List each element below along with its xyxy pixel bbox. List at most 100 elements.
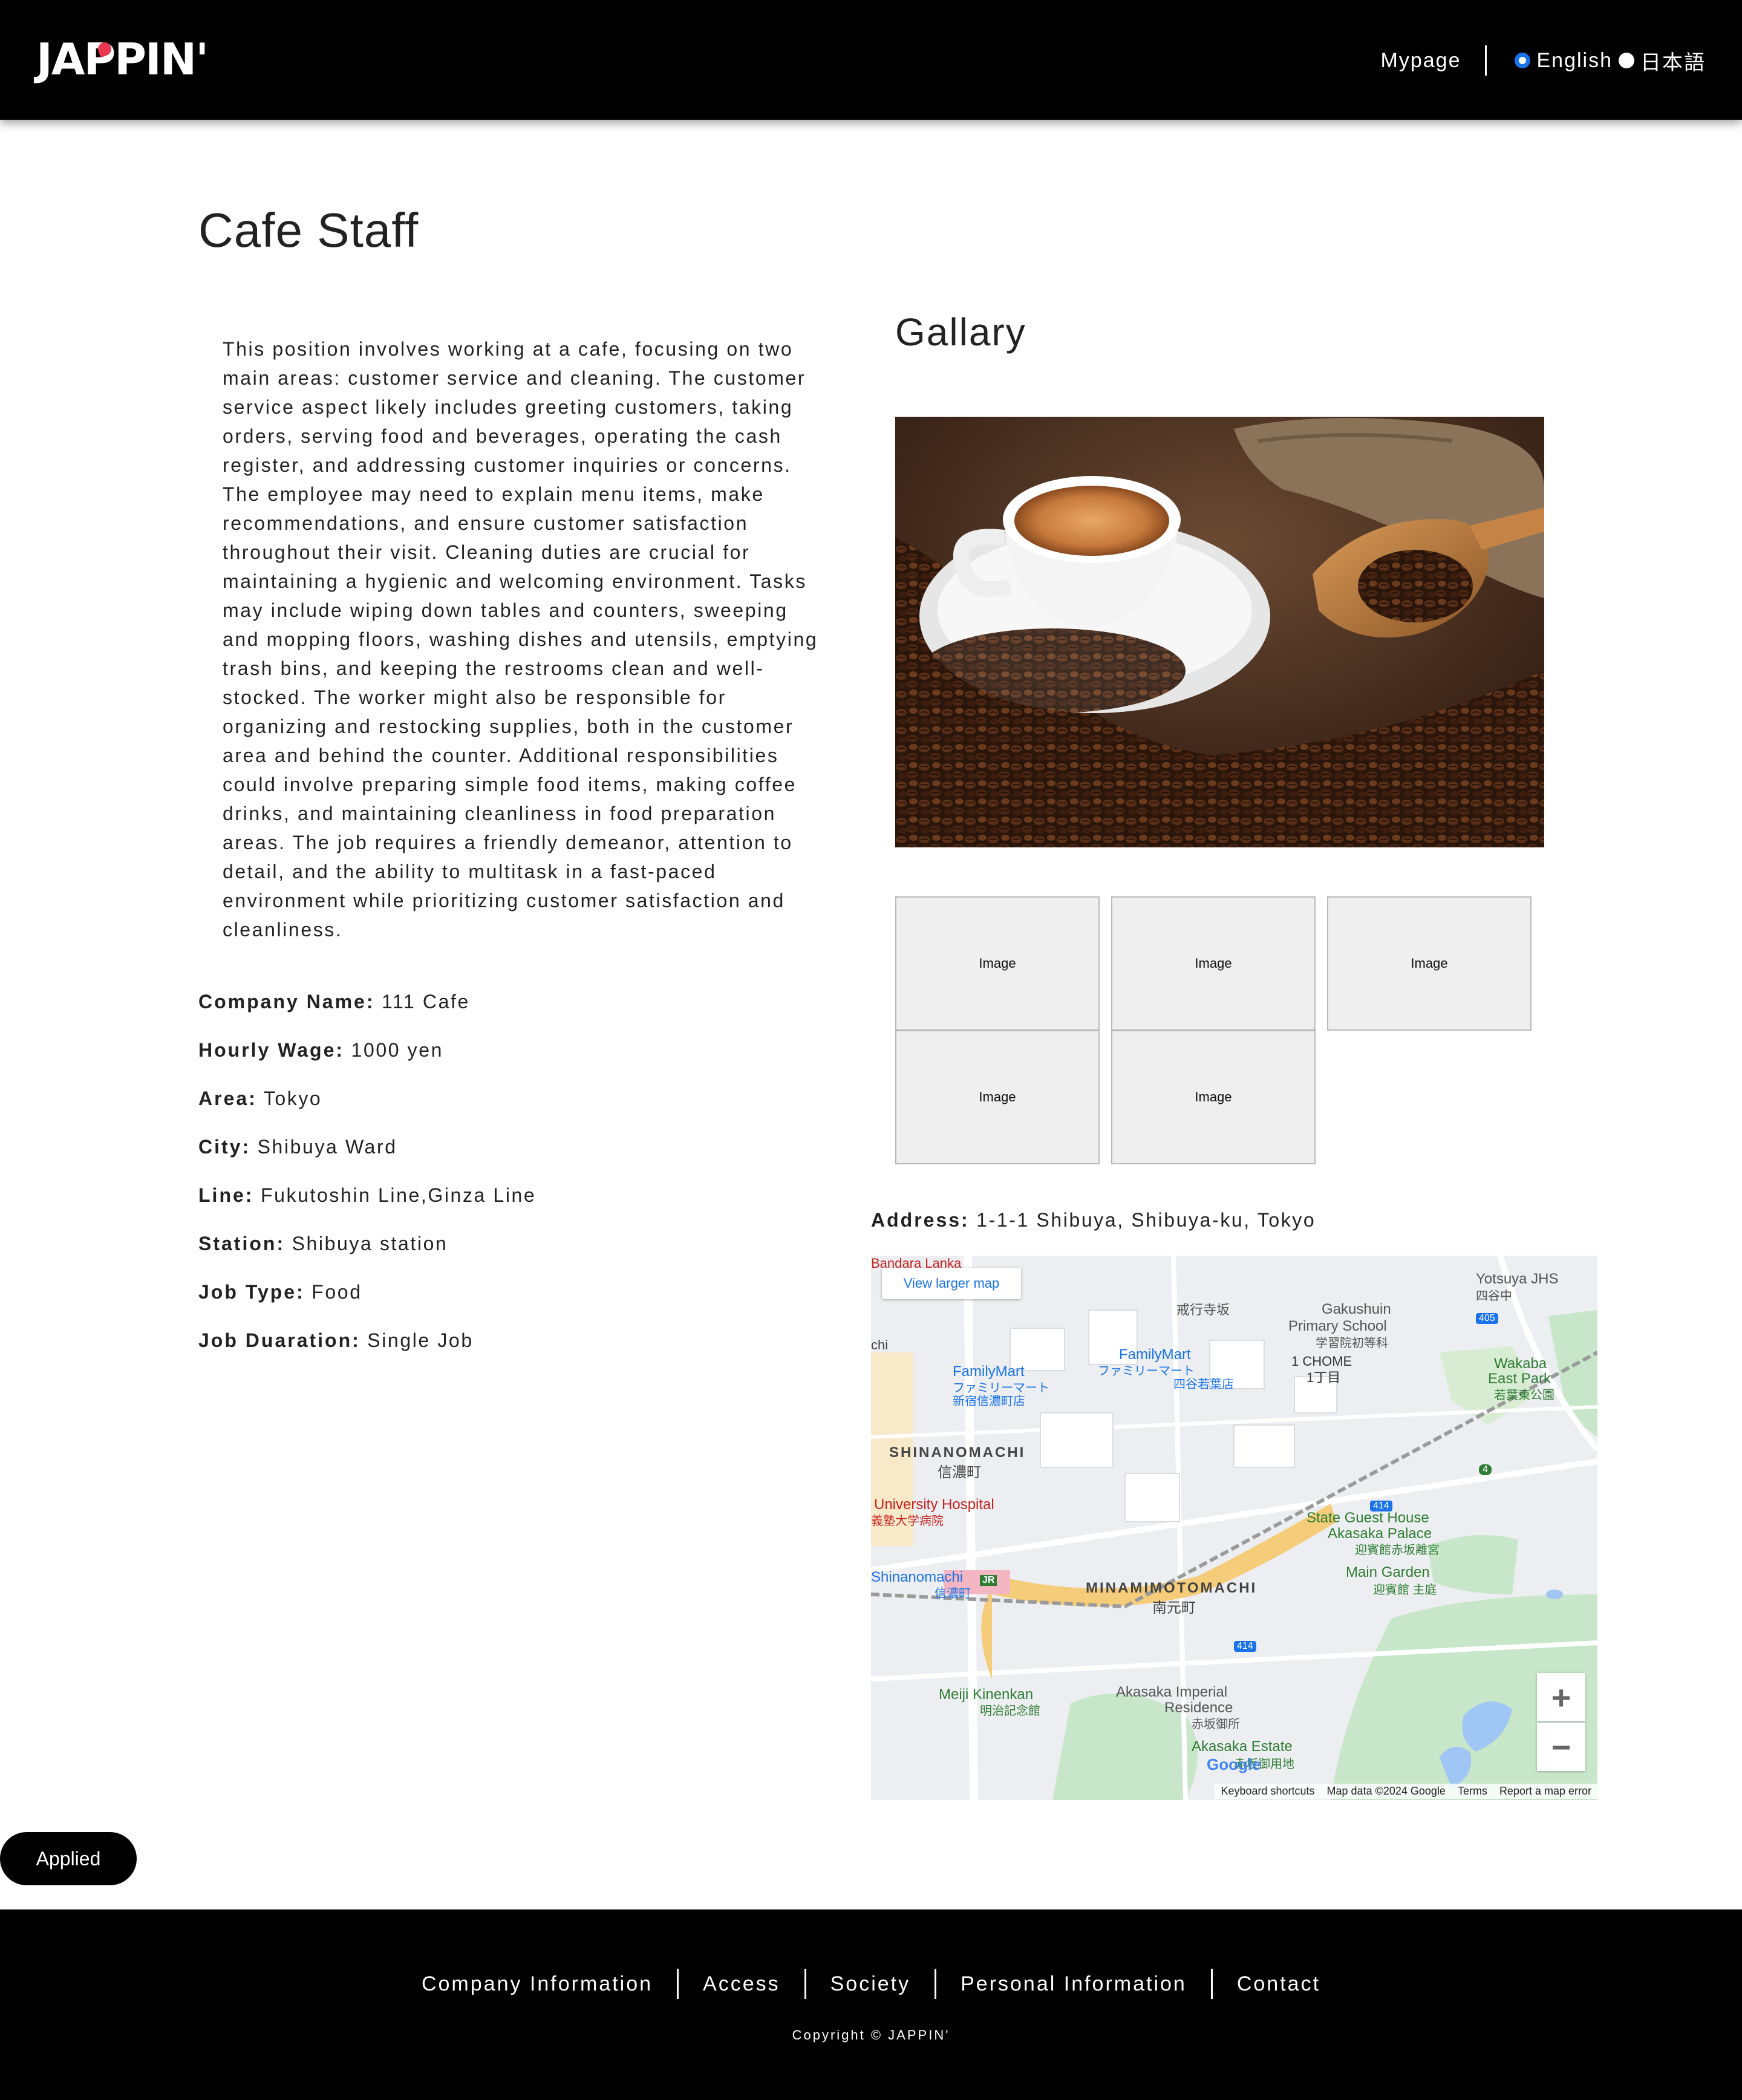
map-place-label: Akasaka Imperial <box>1116 1684 1228 1700</box>
gallery-thumbnail[interactable]: Image <box>1111 896 1316 1031</box>
view-larger-map-link[interactable]: View larger map <box>882 1268 1021 1299</box>
map-park-label: State Guest House <box>1306 1510 1429 1526</box>
address: Address: 1-1-1 Shibuya, Shibuya-ku, Toky… <box>871 1209 1316 1231</box>
map-place-label: 戒行寺坂 <box>1176 1302 1230 1317</box>
detail-label: Company Name: <box>198 991 375 1012</box>
map-area-label: 信濃町 <box>938 1464 981 1481</box>
page-title: Cafe Staff <box>198 203 419 257</box>
zoom-out-button[interactable]: − <box>1537 1723 1585 1771</box>
gallery-thumbnail[interactable]: Image <box>895 896 1100 1031</box>
footer-nav: Company Information Access Society Perso… <box>0 1969 1742 1999</box>
map-place-label: Bandara Lanka <box>871 1256 962 1271</box>
jr-icon: JR <box>980 1575 997 1586</box>
gallery-thumbnail[interactable]: Image <box>1327 896 1532 1031</box>
detail-value: 111 Cafe <box>382 991 470 1012</box>
gallery-thumbnail[interactable]: Image <box>1111 1030 1316 1164</box>
detail-value: Single Job <box>367 1329 474 1351</box>
map-park-label: Wakaba <box>1494 1355 1547 1372</box>
map-park-label: Main Garden <box>1346 1564 1430 1580</box>
language-option-japanese[interactable]: 日本語 <box>1619 46 1706 76</box>
detail-job-duration: Job Duaration: Single Job <box>198 1328 803 1377</box>
footer-link-contact[interactable]: Contact <box>1213 1972 1345 1996</box>
detail-value: Shibuya station <box>292 1233 448 1254</box>
language-label-english: English <box>1536 48 1613 72</box>
site-logo[interactable]: JAPPIN' <box>36 34 209 85</box>
map-area-label: 南元町 <box>1152 1600 1196 1616</box>
map-place-label: 赤坂御所 <box>1192 1718 1240 1731</box>
detail-value: Tokyo <box>263 1088 322 1109</box>
gallery-thumbnail[interactable]: Image <box>895 1030 1100 1164</box>
applied-button[interactable]: Applied <box>0 1832 137 1885</box>
map-area-label: MINAMIMOTOMACHI <box>1086 1580 1258 1596</box>
language-option-english[interactable]: English <box>1515 49 1613 73</box>
footer-link-society[interactable]: Society <box>806 1972 935 1996</box>
map-area-label: SHINANOMACHI <box>889 1444 1026 1461</box>
zoom-in-button[interactable]: + <box>1537 1673 1585 1721</box>
map-station-label: 信濃町 <box>935 1587 971 1600</box>
detail-line: Line: Fukutoshin Line,Ginza Line <box>198 1183 803 1231</box>
detail-area: Area: Tokyo <box>198 1086 803 1135</box>
map-place-label: 学習院初等科 <box>1316 1337 1388 1350</box>
detail-label: City: <box>198 1136 251 1158</box>
detail-label: Area: <box>198 1088 257 1109</box>
route-shield-icon: 4 <box>1479 1464 1492 1475</box>
map-poi-label: 義塾大学病院 <box>871 1515 944 1528</box>
map-place-label: Gakushuin <box>1322 1301 1391 1317</box>
detail-value: 1000 yen <box>351 1039 444 1061</box>
header-nav: Mypage English 日本語 <box>1381 42 1706 79</box>
mypage-link[interactable]: Mypage <box>1381 49 1461 73</box>
map-attribution: Keyboard shortcuts Map data ©2024 Google… <box>871 1782 1597 1800</box>
detail-station: Station: Shibuya station <box>198 1231 803 1280</box>
keyboard-shortcuts-link[interactable]: Keyboard shortcuts <box>1215 1783 1321 1799</box>
address-value: 1-1-1 Shibuya, Shibuya-ku, Tokyo <box>976 1209 1316 1231</box>
language-label-japanese: 日本語 <box>1640 51 1706 74</box>
terms-link[interactable]: Terms <box>1451 1783 1493 1799</box>
map-park-label: Akasaka Estate <box>1192 1738 1293 1755</box>
footer-link-personal-information[interactable]: Personal Information <box>936 1972 1211 1996</box>
detail-hourly-wage: Hourly Wage: 1000 yen <box>198 1038 803 1086</box>
map-place-label: chi <box>871 1337 889 1352</box>
map-place-label: Primary School <box>1288 1318 1387 1334</box>
gallery-main-photo[interactable] <box>895 417 1544 847</box>
detail-value: Shibuya Ward <box>257 1136 397 1158</box>
route-shield-icon: 405 <box>1476 1313 1498 1324</box>
detail-company-name: Company Name: 111 Cafe <box>198 990 803 1038</box>
detail-label: Job Type: <box>198 1281 305 1303</box>
map-poi-label: 新宿信濃町店 <box>953 1395 1025 1408</box>
google-logo: Google <box>1207 1755 1261 1773</box>
route-shield-icon: 414 <box>1234 1641 1256 1652</box>
map-place-label: 四谷中 <box>1476 1290 1512 1303</box>
gallery-title: Gallary <box>895 310 1026 354</box>
detail-job-type: Job Type: Food <box>198 1280 803 1328</box>
detail-value: Fukutoshin Line,Ginza Line <box>260 1184 537 1206</box>
radio-selected-icon[interactable] <box>1515 53 1531 68</box>
site-footer: Company Information Access Society Perso… <box>0 1909 1742 2100</box>
site-header: JAPPIN' Mypage English 日本語 <box>0 0 1742 120</box>
coffee-photo <box>895 417 1544 847</box>
map-park-label: 迎賓館赤坂離宮 <box>1355 1544 1440 1557</box>
radio-unselected-icon[interactable] <box>1619 53 1634 68</box>
detail-value: Food <box>312 1281 362 1303</box>
map-place-label: Yotsuya JHS <box>1476 1271 1559 1287</box>
job-details: Company Name: 111 Cafe Hourly Wage: 1000… <box>198 990 803 1377</box>
report-map-error-link[interactable]: Report a map error <box>1493 1783 1597 1799</box>
map-poi-label: 四谷若葉店 <box>1173 1378 1234 1391</box>
detail-label: Hourly Wage: <box>198 1039 345 1061</box>
map-park-label: 迎賓館 主庭 <box>1373 1583 1437 1597</box>
detail-label: Station: <box>198 1233 285 1254</box>
detail-label: Line: <box>198 1184 254 1206</box>
header-divider <box>1485 45 1487 76</box>
route-shield-icon: 414 <box>1370 1501 1392 1511</box>
detail-city: City: Shibuya Ward <box>198 1135 803 1183</box>
map-park-label: 若葉東公園 <box>1494 1389 1554 1402</box>
map-park-label: 明治記念館 <box>980 1704 1040 1718</box>
google-map[interactable]: View larger map Bandara Lanka chi Family… <box>871 1256 1597 1800</box>
footer-link-company-information[interactable]: Company Information <box>397 1972 677 1996</box>
address-label: Address: <box>871 1209 970 1231</box>
job-description: This position involves working at a cafe… <box>223 338 818 941</box>
map-place-label: 1丁目 <box>1306 1370 1341 1385</box>
footer-link-access[interactable]: Access <box>679 1972 804 1996</box>
map-data-text: Map data ©2024 Google <box>1320 1783 1452 1799</box>
copyright: Copyright © JAPPIN' <box>792 2027 950 2043</box>
detail-label: Job Duaration: <box>198 1329 360 1351</box>
